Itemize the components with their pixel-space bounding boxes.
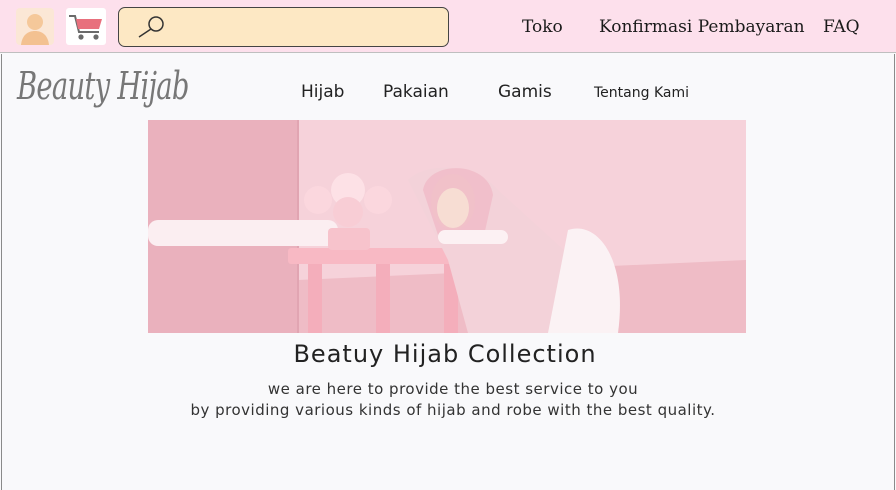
- nav-item-hijab[interactable]: Hijab: [301, 82, 344, 102]
- hero-tagline-line-1: we are here to provide the best service …: [267, 380, 639, 398]
- user-avatar-icon[interactable]: [16, 8, 54, 45]
- hero-tagline-line-2: by providing various kinds of hijab and …: [190, 401, 716, 419]
- search-input[interactable]: [171, 14, 441, 40]
- nav-item-pakaian[interactable]: Pakaian: [383, 82, 449, 102]
- nav-item-gamis[interactable]: Gamis: [498, 82, 552, 102]
- hero-title: Beatuy Hijab Collection: [293, 340, 597, 368]
- shopping-cart-icon[interactable]: [66, 8, 106, 45]
- magnifier-icon: [138, 16, 164, 38]
- nav-item-tentang-kami[interactable]: Tentang Kami: [594, 85, 689, 101]
- nav-link-faq[interactable]: FAQ: [823, 17, 860, 37]
- brand-logo[interactable]: Beauty Hijab: [17, 64, 189, 108]
- hero-image: [148, 120, 746, 333]
- top-bar: Toko Konfirmasi Pembayaran FAQ: [0, 0, 896, 53]
- search-box[interactable]: [118, 7, 449, 47]
- nav-link-konfirmasi-pembayaran[interactable]: Konfirmasi Pembayaran: [599, 17, 805, 37]
- nav-link-toko[interactable]: Toko: [522, 17, 563, 37]
